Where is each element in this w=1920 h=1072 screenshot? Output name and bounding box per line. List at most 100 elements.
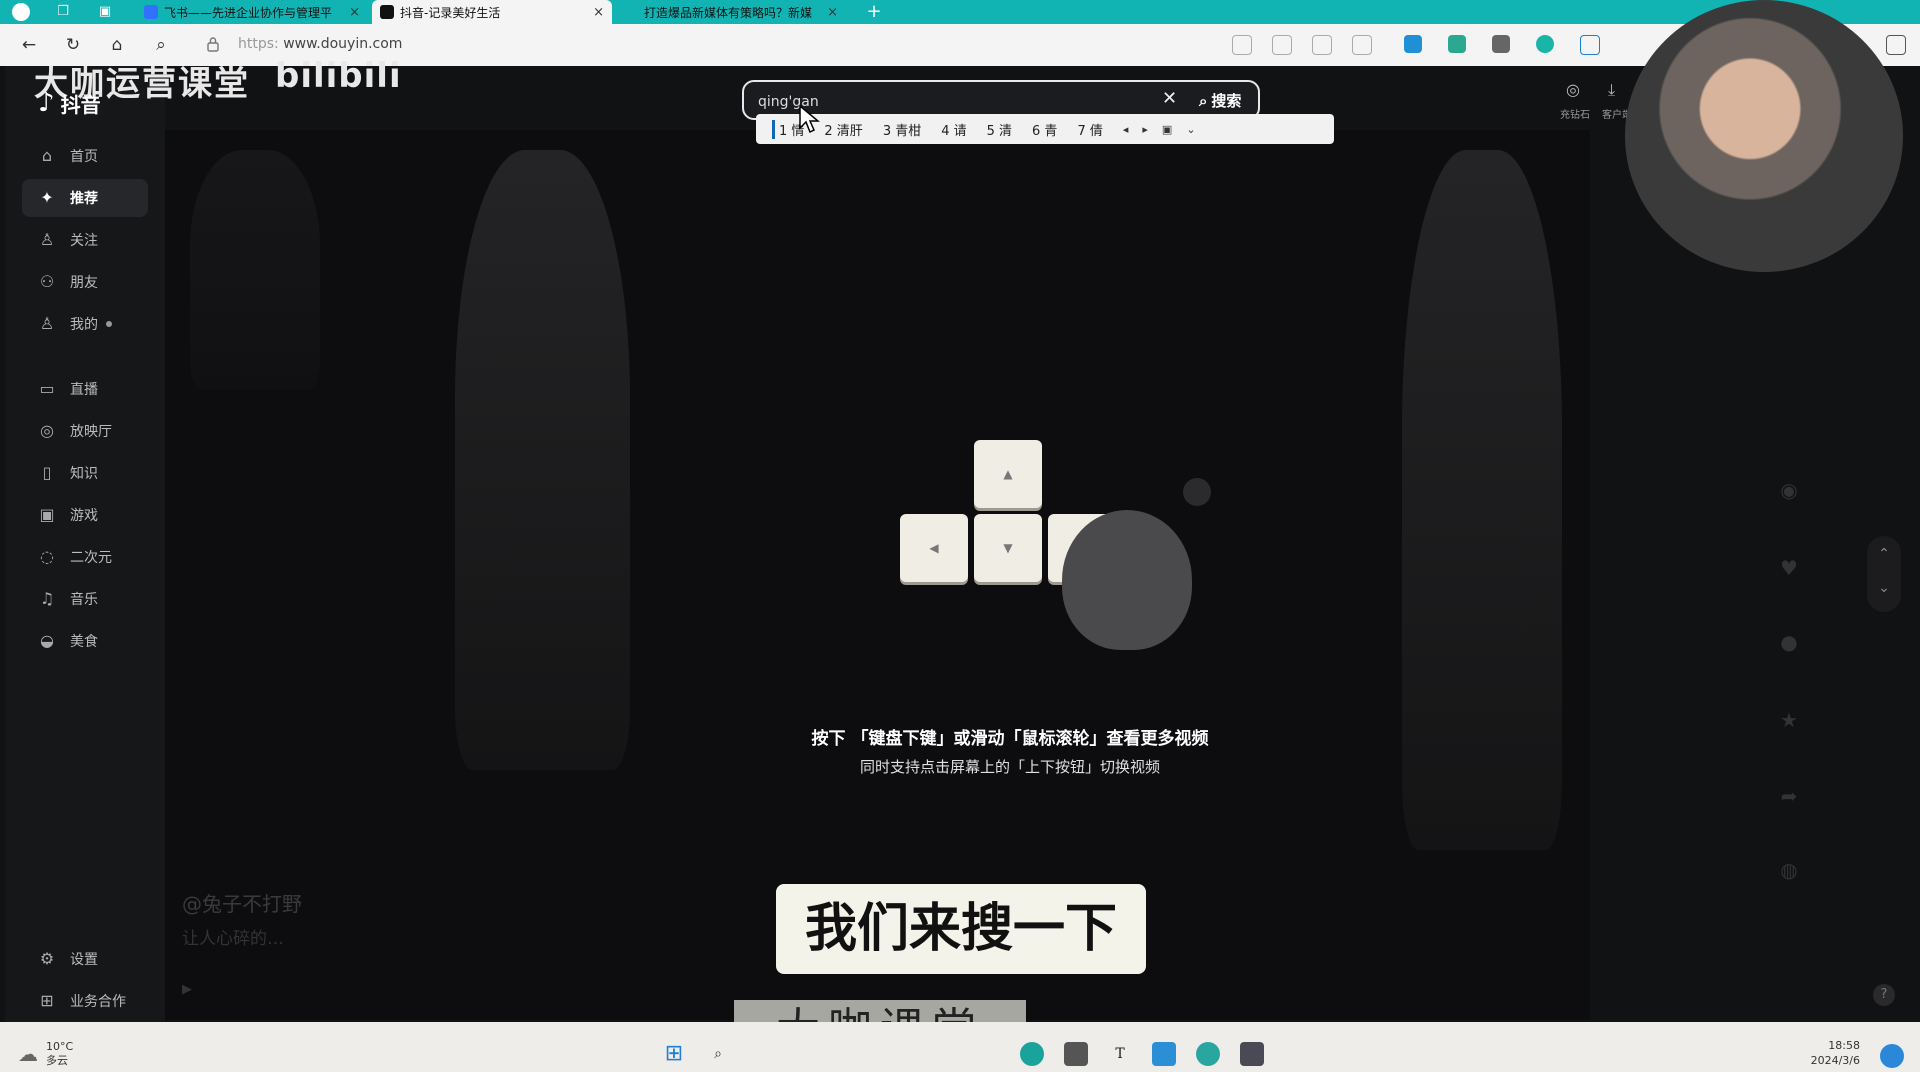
food-icon: ◒ bbox=[40, 631, 54, 650]
search-icon[interactable]: ⌕ bbox=[150, 34, 172, 56]
reader-mode-icon[interactable] bbox=[1232, 35, 1252, 55]
ime-candidate[interactable]: 6 青 bbox=[1032, 120, 1057, 139]
webcam-overlay bbox=[1625, 0, 1903, 272]
url-host: www.douyin.com bbox=[283, 36, 403, 52]
download-icon[interactable]: ⤓ bbox=[1608, 80, 1615, 100]
tab-close-icon[interactable]: × bbox=[827, 5, 838, 20]
ime-expand-icon[interactable]: ⌄ bbox=[1186, 123, 1195, 136]
key-left: ◀ bbox=[900, 514, 968, 582]
ime-candidate[interactable]: 5 清 bbox=[987, 120, 1012, 139]
screenshot-tool-icon[interactable] bbox=[1240, 1042, 1264, 1066]
ime-candidate[interactable]: 3 青柑 bbox=[883, 120, 921, 139]
creator-avatar-icon[interactable]: ◉ bbox=[1772, 478, 1806, 502]
video-frame-curtain-left bbox=[190, 150, 320, 390]
system-clock[interactable]: 18:58 2024/3/6 bbox=[1811, 1038, 1860, 1068]
like-icon[interactable]: ♥ bbox=[1772, 556, 1806, 580]
sidebar-item-label: 直播 bbox=[70, 382, 98, 398]
top-right-label[interactable]: 充钻石 bbox=[1560, 106, 1590, 121]
game-icon: ▣ bbox=[39, 505, 55, 524]
home-icon[interactable]: ⌂ bbox=[106, 34, 128, 56]
sidebar-item-label: 美食 bbox=[70, 634, 98, 650]
back-icon[interactable]: ← bbox=[18, 34, 40, 56]
sidebar-item-game[interactable]: ▣ 游戏 bbox=[22, 496, 148, 534]
tab-feishu[interactable]: 飞书——先进企业协作与管理平 × bbox=[136, 0, 368, 24]
scroll-hint: 按下 「键盘下键」或滑动「鼠标滚轮」查看更多视频 同时支持点击屏幕上的「上下按钮… bbox=[765, 720, 1255, 780]
sidebar-item-anime[interactable]: ◌ 二次元 bbox=[22, 538, 148, 576]
workspaces-icon[interactable]: ❐ bbox=[54, 3, 72, 21]
edge-browser-icon[interactable] bbox=[1020, 1042, 1044, 1066]
app-store-icon[interactable] bbox=[1064, 1042, 1088, 1066]
sidebar-toggle-icon[interactable] bbox=[1886, 35, 1906, 55]
taskbar-search-icon[interactable]: ⌕ bbox=[706, 1042, 730, 1066]
search-button[interactable]: ⌕ 搜索 bbox=[1199, 90, 1241, 111]
edge-dev-icon[interactable] bbox=[1196, 1042, 1220, 1066]
sidebar-item-mine[interactable]: ♙ 我的 bbox=[22, 305, 148, 343]
feishu-favicon-icon bbox=[144, 5, 158, 19]
tab-article[interactable]: 打造爆品新媒体有策略吗？新媒 × bbox=[616, 0, 846, 24]
translate-icon[interactable] bbox=[1312, 35, 1332, 55]
extension-shield-icon[interactable] bbox=[1448, 35, 1466, 53]
bookmark-icon[interactable]: ★ bbox=[1772, 708, 1806, 732]
notepad-icon[interactable] bbox=[1152, 1042, 1176, 1066]
read-aloud-icon[interactable] bbox=[1272, 35, 1292, 55]
lock-icon[interactable] bbox=[206, 36, 220, 52]
sidebar-item-label: 首页 bbox=[70, 149, 98, 165]
sidebar-item-home[interactable]: ⌂ 首页 bbox=[22, 137, 148, 175]
douyin-favicon-icon bbox=[380, 5, 394, 19]
ime-candidate[interactable]: 7 倩 bbox=[1077, 120, 1102, 139]
clock-time: 18:58 bbox=[1828, 1039, 1860, 1052]
sidebar-item-live[interactable]: ▭ 直播 bbox=[22, 370, 148, 408]
tab-douyin[interactable]: 抖音-记录美好生活 × bbox=[372, 0, 612, 24]
refresh-icon[interactable]: ↻ bbox=[62, 34, 84, 56]
douyin-note-icon: ♪ bbox=[38, 88, 55, 118]
chevron-up-icon[interactable]: ⌃ bbox=[1867, 546, 1901, 562]
ime-candidate[interactable]: 4 请 bbox=[941, 120, 966, 139]
tab-close-icon[interactable]: × bbox=[593, 5, 604, 20]
music-disc-icon[interactable]: ◍ bbox=[1772, 858, 1806, 882]
sidebar-item-label: 朋友 bbox=[70, 275, 98, 291]
clear-icon[interactable]: ✕ bbox=[1162, 88, 1177, 109]
mouse-cursor-icon bbox=[799, 104, 820, 134]
ime-candidate[interactable]: 2 清肝 bbox=[824, 120, 862, 139]
temperature: 10°C bbox=[46, 1040, 74, 1053]
sidebar-item-friends[interactable]: ⚇ 朋友 bbox=[22, 263, 148, 301]
sidebar-item-food[interactable]: ◒ 美食 bbox=[22, 622, 148, 660]
sidebar-item-label: 业务合作 bbox=[70, 994, 126, 1010]
ime-skin-icon[interactable]: ▣ bbox=[1162, 123, 1172, 136]
play-icon[interactable]: ▶ bbox=[182, 982, 192, 997]
ime-next-icon[interactable]: ▸ bbox=[1142, 123, 1148, 136]
extension-mail-icon[interactable] bbox=[1492, 35, 1510, 53]
comment-icon[interactable]: ● bbox=[1772, 630, 1806, 654]
favorite-icon[interactable] bbox=[1352, 35, 1372, 55]
sidebar-item-business[interactable]: ⊞ 业务合作 bbox=[22, 982, 148, 1020]
extension-arrow-icon[interactable] bbox=[1404, 35, 1422, 53]
notification-center-icon[interactable] bbox=[1880, 1044, 1904, 1068]
video-description: 让人心碎的… bbox=[182, 929, 284, 949]
typora-icon[interactable]: T bbox=[1108, 1042, 1132, 1066]
profile-avatar-icon[interactable] bbox=[12, 3, 30, 21]
chevron-down-icon[interactable]: ⌄ bbox=[1867, 580, 1901, 596]
video-author[interactable]: @兔子不打野 bbox=[182, 888, 302, 917]
extension-circle-icon[interactable] bbox=[1536, 35, 1554, 53]
sidebar-item-recommend[interactable]: ✦ 推荐 bbox=[22, 179, 148, 217]
diamond-icon[interactable]: ◎ bbox=[1566, 80, 1580, 99]
sidebar-item-follow[interactable]: ♙ 关注 bbox=[22, 221, 148, 259]
tab-close-icon[interactable]: × bbox=[349, 5, 360, 20]
sidebar-item-label: 二次元 bbox=[70, 550, 112, 566]
sidebar-item-knowledge[interactable]: ▯ 知识 bbox=[22, 454, 148, 492]
new-tab-button[interactable]: + bbox=[862, 0, 886, 24]
tab-actions-icon[interactable]: ▣ bbox=[96, 3, 114, 21]
windows-start-icon[interactable]: ⊞ bbox=[662, 1042, 686, 1066]
sidebar-item-label: 游戏 bbox=[70, 508, 98, 524]
url-field[interactable]: https: www.douyin.com bbox=[238, 36, 402, 52]
collections-icon[interactable] bbox=[1580, 35, 1600, 55]
video-nav-arrows[interactable]: ⌃ ⌄ bbox=[1867, 536, 1901, 612]
ime-prev-icon[interactable]: ◂ bbox=[1123, 123, 1129, 136]
sidebar-item-theater[interactable]: ◎ 放映厅 bbox=[22, 412, 148, 450]
douyin-logo[interactable]: ♪ 抖音 bbox=[38, 88, 101, 118]
sidebar-item-settings[interactable]: ⚙ 设置 bbox=[22, 940, 148, 978]
share-icon[interactable]: ➦ bbox=[1772, 784, 1806, 808]
help-icon[interactable]: ? bbox=[1873, 984, 1895, 1006]
sidebar-item-music[interactable]: ♫ 音乐 bbox=[22, 580, 148, 618]
weather-widget[interactable]: ☁ 10°C 多云 bbox=[18, 1040, 73, 1068]
